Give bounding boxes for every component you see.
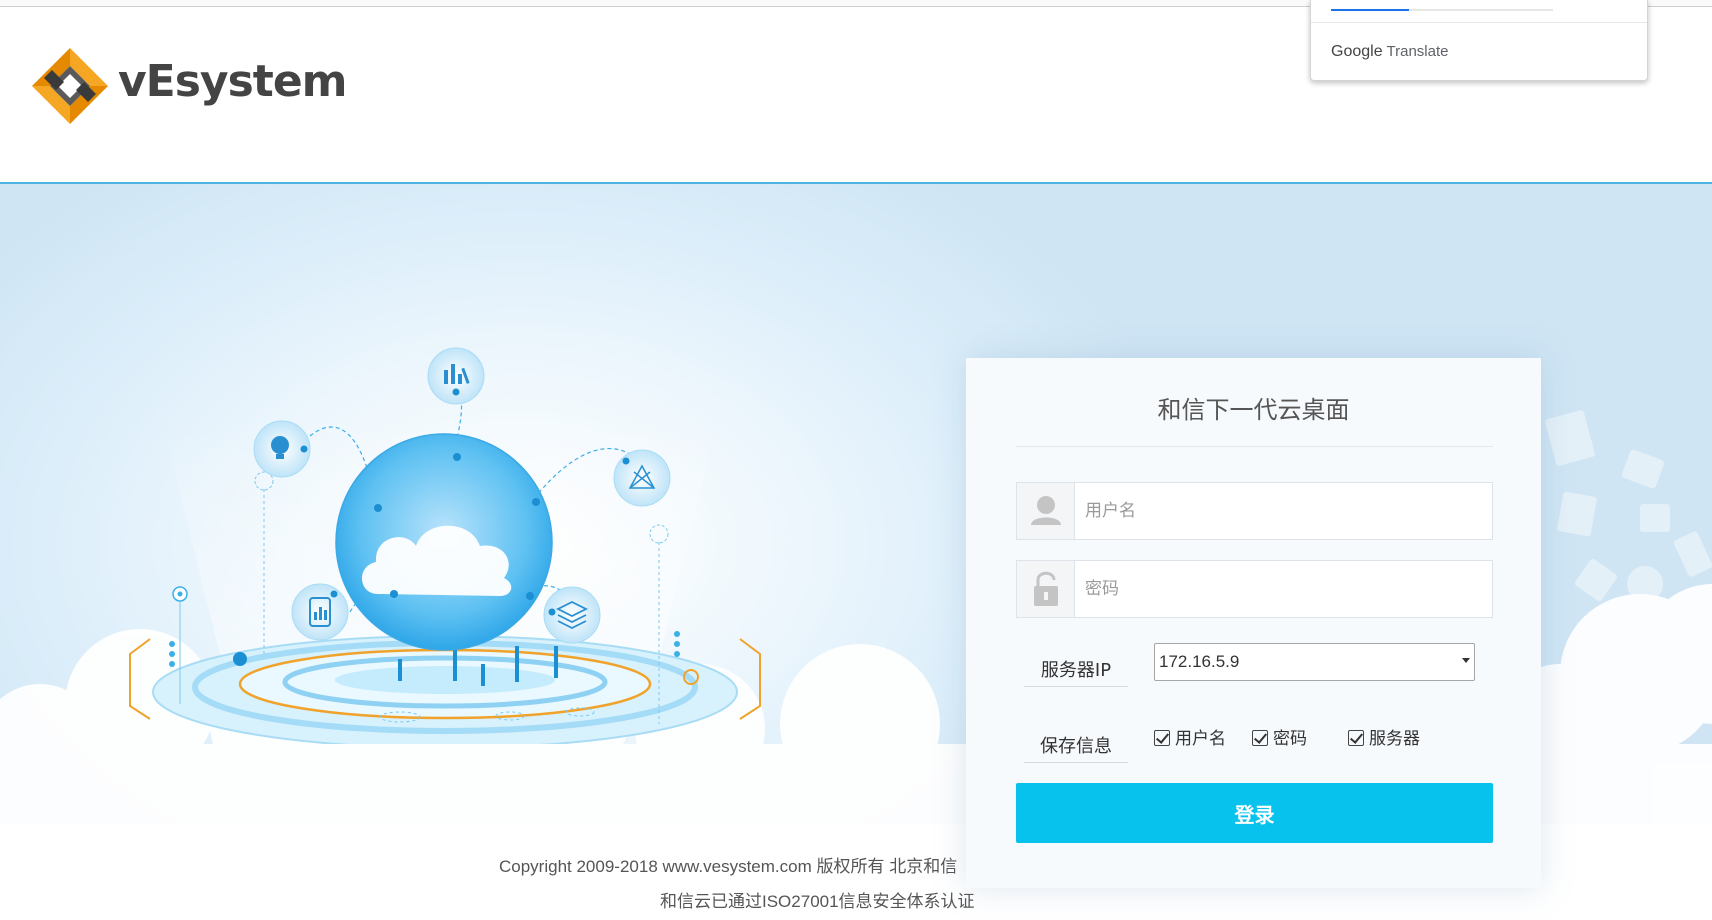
chevron-down-icon: [1462, 658, 1470, 663]
save-password-checkbox[interactable]: 密码: [1252, 724, 1307, 749]
user-icon: [1017, 483, 1075, 539]
brand-name: vEsystem: [118, 56, 348, 107]
save-server-checkbox[interactable]: 服务器: [1348, 724, 1420, 749]
translate-progress-bar: [1331, 9, 1553, 11]
translate-progress-fill: [1331, 9, 1409, 11]
server-ip-value: 172.16.5.9: [1159, 652, 1240, 671]
checkbox-label: 密码: [1273, 729, 1307, 749]
username-field[interactable]: [1016, 482, 1493, 540]
save-username-checkbox[interactable]: 用户名: [1154, 724, 1226, 749]
google-translate-brand: Google Translate: [1331, 43, 1448, 61]
save-info-label: 保存信息: [1024, 732, 1128, 763]
network-icon: [613, 449, 671, 507]
layers-icon: [543, 586, 601, 644]
checkbox-checked-icon: [1252, 730, 1268, 746]
checkbox-label: 用户名: [1175, 729, 1226, 749]
google-translate-popup[interactable]: Google Translate: [1310, 0, 1648, 81]
popup-divider: [1311, 22, 1647, 23]
username-input[interactable]: [1075, 483, 1492, 539]
login-title: 和信下一代云桌面: [1157, 396, 1350, 424]
brand-logo[interactable]: vEsystem: [30, 46, 390, 136]
password-field[interactable]: [1016, 560, 1493, 618]
server-ip-select[interactable]: 172.16.5.9: [1154, 643, 1475, 681]
checkbox-checked-icon: [1348, 730, 1364, 746]
bar-chart-icon: [427, 347, 485, 405]
translate-label: Translate: [1386, 43, 1449, 60]
cloud-computing-illustration: [129, 347, 761, 744]
login-button[interactable]: 登录: [1016, 783, 1493, 843]
server-ip-label: 服务器IP: [1024, 656, 1128, 687]
title-divider: [1016, 446, 1493, 447]
certification-text: 和信云已通过ISO27001信息安全体系认证: [660, 892, 975, 911]
password-input[interactable]: [1075, 561, 1492, 617]
checkbox-label: 服务器: [1369, 729, 1420, 749]
lock-icon: [1017, 561, 1075, 617]
login-panel: 和信下一代云桌面 服务器IP 172.16.5.9 保存信息 用户名 密码: [966, 358, 1541, 888]
google-wordmark: Google: [1331, 43, 1383, 60]
checkbox-checked-icon: [1154, 730, 1170, 746]
copyright-text: Copyright 2009-2018 www.vesystem.com 版权所…: [499, 857, 958, 876]
lightbulb-icon: [253, 420, 311, 478]
mobile-chart-icon: [291, 583, 349, 641]
copyright-footer: Copyright 2009-2018 www.vesystem.com 版权所…: [0, 852, 1000, 911]
vesystem-logo-icon: [32, 48, 108, 124]
